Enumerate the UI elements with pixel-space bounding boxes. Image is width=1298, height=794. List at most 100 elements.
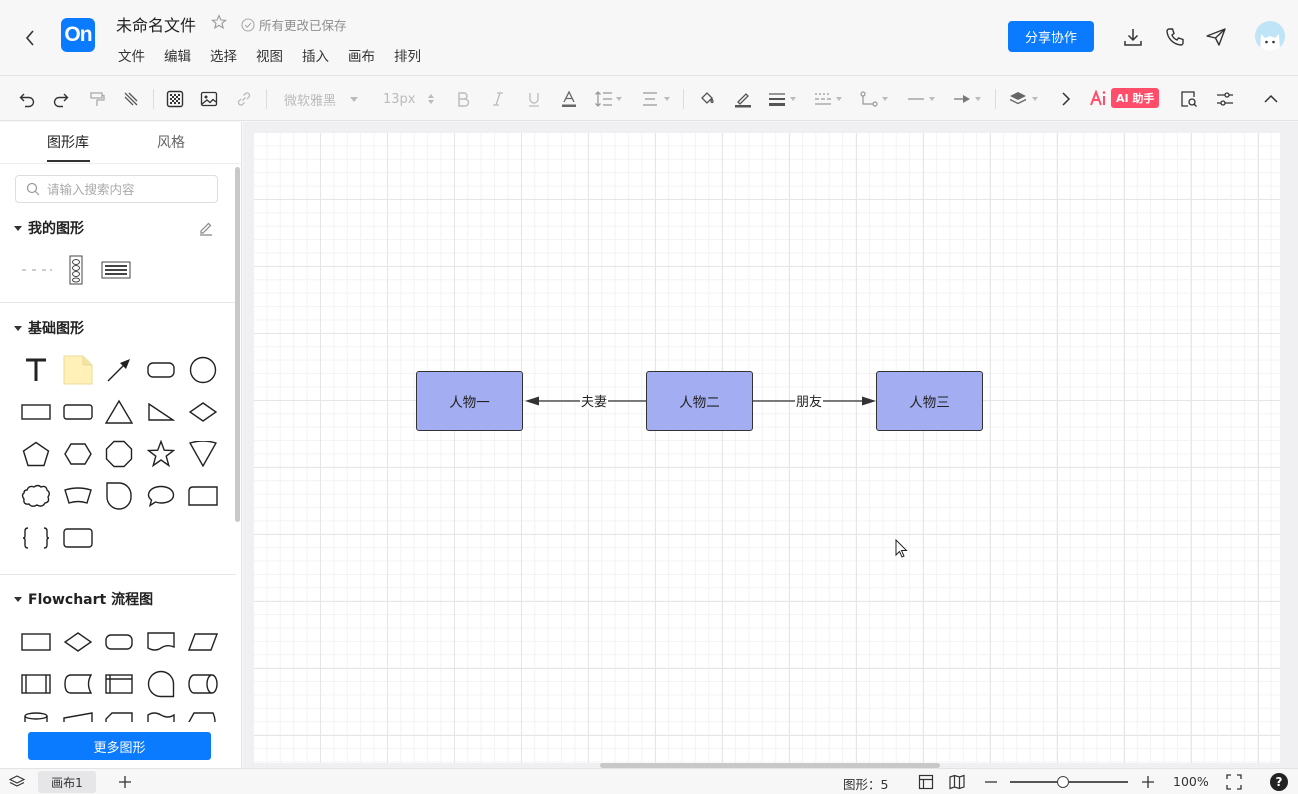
- shape-speech-bubble[interactable]: [141, 476, 181, 516]
- bold-icon[interactable]: [453, 88, 473, 110]
- line-height-icon[interactable]: [594, 88, 624, 110]
- tab-style[interactable]: 风格: [157, 132, 185, 152]
- flowchart-card[interactable]: [99, 706, 139, 722]
- shape-card[interactable]: [183, 476, 223, 516]
- flowchart-internal-storage[interactable]: [99, 664, 139, 704]
- shape-circle[interactable]: [183, 350, 223, 390]
- format-painter-icon[interactable]: [86, 88, 108, 110]
- flowchart-process[interactable]: [16, 622, 56, 662]
- line-width-icon[interactable]: [767, 88, 799, 110]
- shape-diamond[interactable]: [183, 392, 223, 432]
- flowchart-terminator[interactable]: [99, 622, 139, 662]
- flowchart-data[interactable]: [183, 622, 223, 662]
- section-flowchart[interactable]: Flowchart 流程图: [14, 589, 153, 609]
- shape-pentagon[interactable]: [16, 434, 56, 474]
- font-size-select[interactable]: 13px: [383, 88, 439, 110]
- shape-banner[interactable]: [58, 476, 98, 516]
- chevron-right-icon[interactable]: [1056, 88, 1076, 110]
- page-tab[interactable]: 画布1: [38, 771, 96, 793]
- send-icon[interactable]: [1205, 26, 1227, 48]
- download-icon[interactable]: [1122, 26, 1144, 48]
- shape-inverted-triangle[interactable]: [183, 434, 223, 474]
- shape-rounded-box[interactable]: [58, 518, 98, 558]
- shape-note[interactable]: [58, 350, 98, 390]
- my-shape-list[interactable]: [56, 250, 96, 290]
- avatar[interactable]: [1255, 21, 1285, 51]
- font-family-select[interactable]: 微软雅黑: [284, 88, 364, 110]
- edit-icon[interactable]: [198, 220, 216, 238]
- shape-search-box[interactable]: [15, 175, 218, 203]
- share-button[interactable]: 分享协作: [1008, 21, 1094, 52]
- settings-sliders-icon[interactable]: [1214, 88, 1236, 110]
- link-icon[interactable]: [233, 88, 255, 110]
- shape-triangle[interactable]: [99, 392, 139, 432]
- map-icon[interactable]: [948, 773, 966, 791]
- find-replace-icon[interactable]: [1178, 88, 1200, 110]
- section-basic-shapes[interactable]: 基础图形: [14, 318, 84, 338]
- zoom-out-icon[interactable]: [982, 773, 1000, 791]
- zoom-slider-handle[interactable]: [1057, 776, 1069, 788]
- flowchart-stored-data[interactable]: [58, 664, 98, 704]
- zoom-in-icon[interactable]: [1139, 773, 1157, 791]
- line-start-icon[interactable]: [906, 88, 938, 110]
- add-page-icon[interactable]: [116, 773, 134, 791]
- underline-icon[interactable]: [524, 88, 544, 110]
- flowchart-display[interactable]: [183, 706, 223, 722]
- fill-color-icon[interactable]: [696, 88, 718, 110]
- menu-canvas[interactable]: 画布: [348, 45, 375, 65]
- menu-select[interactable]: 选择: [210, 45, 237, 65]
- flowchart-document[interactable]: [141, 622, 181, 662]
- diagram-node-2[interactable]: 人物二: [646, 371, 753, 431]
- section-my-shapes[interactable]: 我的图形: [14, 218, 84, 238]
- menu-file[interactable]: 文件: [118, 45, 145, 65]
- menu-insert[interactable]: 插入: [302, 45, 329, 65]
- line-style-icon[interactable]: [813, 88, 845, 110]
- drawing-canvas[interactable]: 人物一 人物二 人物三 夫妻 朋友: [254, 133, 1280, 763]
- align-icon[interactable]: [640, 88, 674, 110]
- layers-panel-icon[interactable]: [8, 773, 26, 791]
- file-title[interactable]: 未命名文件: [116, 12, 196, 36]
- layout-panel-icon[interactable]: [917, 773, 935, 791]
- shape-arrow-line[interactable]: [99, 350, 139, 390]
- shape-octagon[interactable]: [99, 434, 139, 474]
- font-color-icon[interactable]: [559, 88, 579, 110]
- flowchart-punched-tape[interactable]: [141, 706, 181, 722]
- menu-edit[interactable]: 编辑: [164, 45, 191, 65]
- sidebar-scrollbar[interactable]: [235, 167, 240, 522]
- search-input[interactable]: [47, 181, 207, 197]
- collapse-toolbar-icon[interactable]: [1260, 88, 1282, 110]
- diagram-node-1[interactable]: 人物一: [416, 371, 523, 431]
- shape-text[interactable]: [16, 350, 56, 390]
- more-shapes-button[interactable]: 更多图形: [28, 732, 211, 760]
- line-end-icon[interactable]: [952, 88, 984, 110]
- zoom-slider[interactable]: [1010, 781, 1128, 783]
- shape-star[interactable]: [141, 434, 181, 474]
- image-icon[interactable]: [198, 88, 220, 110]
- line-color-icon[interactable]: [732, 88, 754, 110]
- shape-right-triangle[interactable]: [141, 392, 181, 432]
- back-icon[interactable]: [18, 26, 42, 50]
- shape-cloud[interactable]: [16, 476, 56, 516]
- shape-rectangle[interactable]: [16, 392, 56, 432]
- fullscreen-icon[interactable]: [1225, 773, 1243, 791]
- shape-rounded-rect[interactable]: [141, 350, 181, 390]
- italic-icon[interactable]: [488, 88, 508, 110]
- redo-icon[interactable]: [50, 88, 72, 110]
- flowchart-decision[interactable]: [58, 622, 98, 662]
- flowchart-database[interactable]: [16, 706, 56, 722]
- ai-assistant-button[interactable]: AI 助手: [1090, 88, 1160, 108]
- flowchart-predefined-process[interactable]: [16, 664, 56, 704]
- clear-format-icon[interactable]: [120, 88, 142, 110]
- help-icon[interactable]: ?: [1270, 773, 1288, 791]
- tab-shape-library[interactable]: 图形库: [47, 132, 89, 152]
- shape-delay[interactable]: [99, 476, 139, 516]
- phone-icon[interactable]: [1164, 26, 1186, 48]
- flowchart-sequential-data[interactable]: [141, 664, 181, 704]
- my-shape-table[interactable]: [96, 250, 136, 290]
- fill-pattern-icon[interactable]: [164, 88, 186, 110]
- flowchart-manual-input[interactable]: [58, 706, 98, 722]
- app-logo[interactable]: On: [61, 18, 95, 52]
- undo-icon[interactable]: [16, 88, 38, 110]
- star-icon[interactable]: [210, 14, 228, 30]
- shape-hexagon[interactable]: [58, 434, 98, 474]
